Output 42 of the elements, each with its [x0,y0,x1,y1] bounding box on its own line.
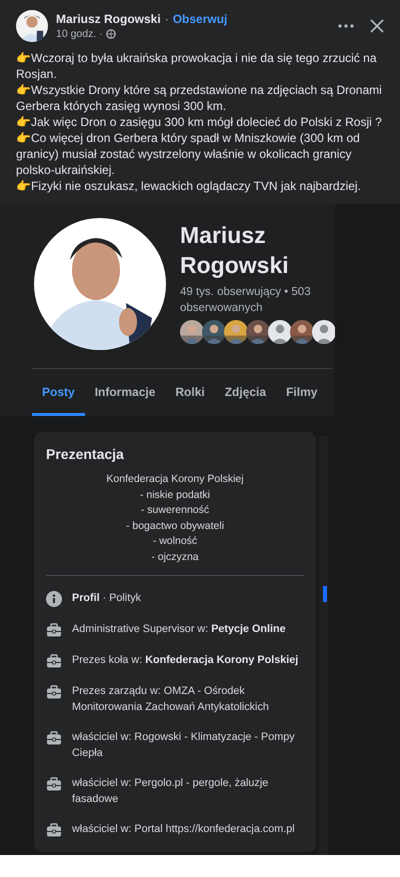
profile-tab[interactable]: Rolki [165,369,215,416]
detail-text: właściciel w: Rogowski - Klimatyzacje - Pompy Ciepła [72,730,296,761]
card-title: Prezentacja [46,446,125,462]
profile-name: Mariusz Rogowski [180,221,290,280]
briefcase-icon [46,776,62,792]
post-paragraph: 👉Co więcej dron Gerbera który spadł w Mniszkowie (300 km od granicy) musiał zostać wystrzelony właśnie w okolicach granicy polsko-ukraińskiej. [16,130,361,178]
bio-line: - bogactwo obywateli [126,518,224,534]
follow-link[interactable]: Obserwuj [172,12,228,26]
close-icon [370,19,384,33]
profile-tab[interactable]: Filmy [276,369,328,416]
detail-text: właściciel w: Portal https://konfederacja.com.pl [72,822,295,837]
scroll-indicator [323,586,327,602]
avatar-placeholder-icon[interactable] [312,320,335,344]
separator: · [164,12,169,26]
post-paragraph: 👉Fizyki nie oszukasz, lewackich oglądaczy TVN jak najbardziej. [16,178,362,194]
detail-text: Prezes koła w: Konfederacja Korony Polskiej [72,653,298,668]
post-paragraph: 👉Wszystkie Drony które są przedstawione na zdjęciach są Dronami Gerbera których zasięg wynosi 300 km. [16,82,383,114]
detail-text: Administrative Supervisor w: Petycje Online [72,622,286,637]
briefcase-icon [46,684,62,700]
bio-line: - suwerenność [140,503,210,518]
detail-text: Prezes zarządu w: OMZA - Ośrodek Monitorowania Zachowań Antykatolickich [72,684,270,715]
avatar-placeholder-icon[interactable] [268,320,292,344]
bio-line: - wolność [152,534,198,549]
follower-stats: 49 tys. obserwujący • 503 obserwowanych [180,285,312,316]
bio-line: - niskie podatki [140,488,210,502]
briefcase-icon [46,653,62,669]
globe-icon [106,29,116,39]
bio-line: - ojczyzna [151,550,199,564]
post-time[interactable]: 10 godz. · [56,28,103,40]
briefcase-icon [46,622,62,638]
post-paragraph: 👉Jak więc Dron o zasięgu 300 km mógł dolecieć do Polski z Rosji ? [16,114,383,130]
profile-tab[interactable]: Zdjęcia [214,369,276,416]
detail-text: Profil · Polityk [72,591,141,606]
post-paragraph: 👉Wczoraj to była ukraińska prowokacja i nie da się tego zrzucić na Rosjan. [16,50,378,82]
briefcase-icon [46,730,62,746]
briefcase-icon [46,822,62,838]
bio-line: Konfederacja Korony Polskiej [106,472,244,487]
more-icon [338,24,354,28]
info-icon [46,591,62,607]
author-name[interactable]: Mariusz Rogowski [56,12,161,26]
profile-tab[interactable]: Informacje [84,369,166,416]
detail-text: właściciel w: Pergolo.pl - pergole, żaluzje fasadowe [72,776,270,807]
